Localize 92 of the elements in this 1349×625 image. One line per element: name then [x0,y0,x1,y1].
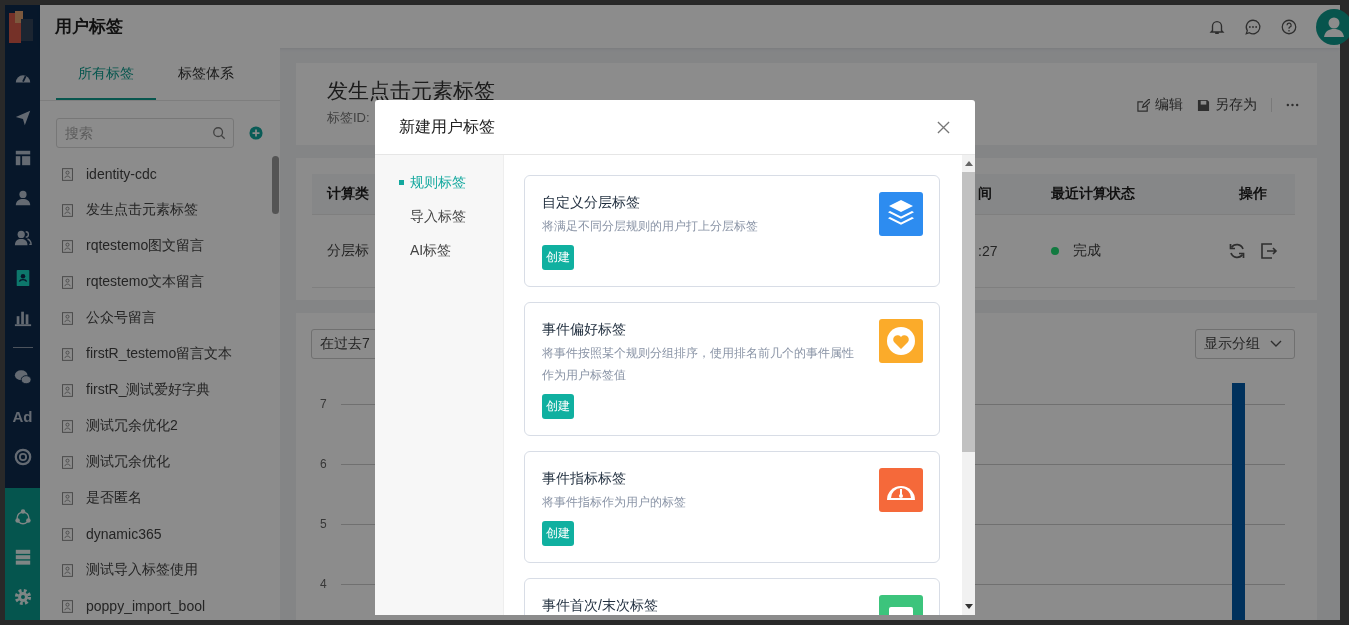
target-icon[interactable] [13,448,32,466]
tag-icon [62,347,73,361]
page-title: 用户标签 [55,16,123,38]
dialog-title: 新建用户标签 [399,116,495,137]
add-icon[interactable] [249,126,263,140]
card-description: 将事件按照某个规则分组排序，使用排名前几个的事件属性作为用户标签值 [542,345,855,384]
tag-type-card[interactable]: 事件指标标签 将事件指标作为用户的标签 创建 [524,451,940,563]
edit-button[interactable]: 编辑 [1137,96,1183,114]
close-icon[interactable] [937,120,950,134]
tag-list-item[interactable]: poppy_import_bool [62,588,280,624]
tab[interactable]: 所有标签 [56,48,156,100]
card-description: 将满足不同分层规则的用户打上分层标签 [542,218,758,235]
scroll-up-icon[interactable] [964,161,973,166]
column-header: 操作 [1238,185,1267,203]
wechat-icon[interactable] [13,368,32,386]
tag-list-item[interactable]: rqtestemo文本留言 [62,264,280,300]
card-title: 事件偏好标签 [542,321,626,339]
tag-icon [62,527,73,541]
edit-icon [1137,98,1150,112]
layout-icon[interactable] [13,149,32,167]
tag-type-card[interactable]: 事件首次/末次标签 [524,578,940,615]
menu-item[interactable]: 规则标签 [375,171,503,193]
ad-nav-item[interactable]: Ad [12,408,33,426]
table-cell: :27 [978,243,998,259]
tag-icon [62,455,73,469]
column-header: 计算类 [327,185,369,203]
tag-type-card[interactable]: 事件偏好标签 将事件按照某个规则分组排序，使用排名前几个的事件属性作为用户标签值 创建 [524,302,940,436]
column-header: 最近计算状态 [1051,185,1135,203]
tab[interactable]: 标签体系 [156,48,256,100]
scrollbar-thumb[interactable] [272,156,279,214]
status-text: 完成 [1073,242,1101,260]
user-icon[interactable] [13,189,32,207]
create-button[interactable]: 创建 [542,245,574,270]
menu-item[interactable]: 导入标签 [375,205,503,227]
scroll-down-icon[interactable] [964,604,973,609]
save-icon [1197,98,1210,112]
tag-list-item[interactable]: 公众号留言 [62,300,280,336]
y-axis-label: 4 [320,577,328,591]
table-cell: 分层标 [327,242,369,260]
tag-icon [62,491,73,505]
tag-list-item[interactable]: rqtestemo图文留言 [62,228,280,264]
group-select[interactable]: 显示分组 [1195,329,1295,359]
tag-icon [62,419,73,433]
tag-list-item[interactable]: identity-cdc [62,156,280,192]
help-icon[interactable] [1280,17,1298,36]
layers-icon [879,192,923,236]
chevron-down-icon [1270,340,1282,348]
tag-id-label: 标签ID: [327,109,370,127]
create-button[interactable]: 创建 [542,394,574,419]
refresh-icon[interactable] [1227,242,1246,260]
menu-item[interactable]: AI标签 [375,239,503,261]
y-axis-label: 7 [320,397,328,411]
tag-icon [62,275,73,289]
more-icon[interactable] [1286,103,1299,107]
save-button[interactable]: 另存为 [1197,96,1257,114]
tag-type-card[interactable]: 自定义分层标签 将满足不同分层规则的用户打上分层标签 创建 [524,175,940,287]
network-icon[interactable] [13,508,32,526]
tag-icon [62,563,73,577]
tag-icon [62,167,73,181]
y-axis-label: 5 [320,517,328,531]
nav-divider [12,347,33,348]
search-icon[interactable] [212,126,226,140]
tag-icon [62,203,73,217]
chart-icon[interactable] [13,309,32,327]
tag-list-item[interactable]: firstR_testemo留言文本 [62,336,280,372]
card-title: 事件首次/末次标签 [542,597,658,615]
server-icon[interactable] [13,548,32,566]
export-icon[interactable] [1259,242,1278,260]
users-icon[interactable] [13,229,32,247]
tag-icon [62,239,73,253]
chat-icon[interactable] [1244,17,1262,36]
scrollbar[interactable] [962,155,975,615]
card-description: 将事件指标作为用户的标签 [542,494,686,511]
tag-list-item[interactable]: 测试冗余优化2 [62,408,280,444]
y-axis-label: 6 [320,457,328,471]
tag-list-item[interactable]: dynamic365 [62,516,280,552]
gear-icon[interactable] [13,588,32,606]
gauge-icon [879,468,923,512]
tag-icon [62,383,73,397]
create-button[interactable]: 创建 [542,521,574,546]
tag-icon [62,311,73,325]
tag-list-item[interactable]: 是否匿名 [62,480,280,516]
card-title: 事件指标标签 [542,470,626,488]
tag-list-item[interactable]: 测试导入标签使用 [62,552,280,588]
card-title: 自定义分层标签 [542,194,640,212]
tag-title: 发生点击元素标签 [327,78,495,104]
tag-list-item[interactable]: 测试冗余优化 [62,444,280,480]
tag-list-item[interactable]: firstR_测试爱好字典 [62,372,280,408]
tag-list-item[interactable]: 发生点击元素标签 [62,192,280,228]
column-header: 间 [978,185,992,203]
tag-icon [62,599,73,613]
avatar-icon[interactable] [1316,8,1349,45]
